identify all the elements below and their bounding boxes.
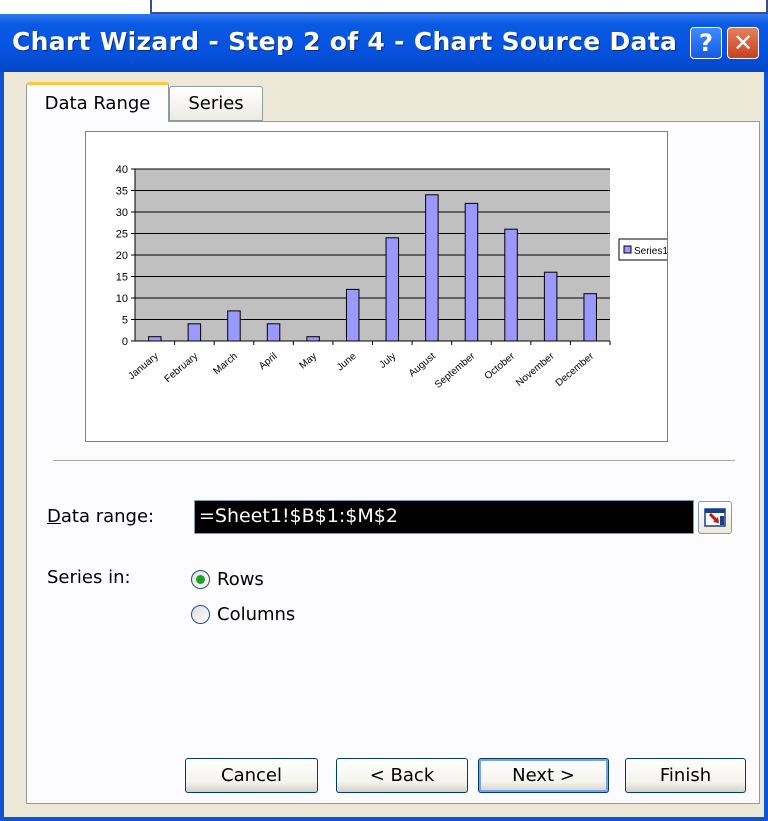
x-tick-label: July: [378, 351, 399, 371]
x-tick-label: April: [257, 351, 279, 372]
series-in-label: Series in:: [47, 567, 131, 588]
tab-series[interactable]: Series: [169, 86, 263, 121]
x-tick-label: February: [163, 351, 201, 385]
bar: [266, 323, 281, 342]
bar: [583, 293, 597, 342]
chart-svg: 0 5 10 15 20 25 30 35 40 January February March Apri…: [116, 164, 667, 391]
close-button[interactable]: ✕: [727, 27, 759, 59]
window-title: Chart Wizard - Step 2 of 4 - Chart Sourc…: [12, 27, 678, 56]
next-button[interactable]: Next >: [478, 758, 609, 793]
y-tick-label: 30: [116, 207, 128, 219]
bar: [227, 310, 241, 342]
background-window: [150, 0, 768, 14]
data-range-label-rest: ata range:: [60, 506, 155, 527]
columns-option-label[interactable]: Columns: [217, 604, 295, 625]
bar: [504, 228, 518, 342]
x-tick-label: March: [212, 351, 240, 377]
rows-option-label[interactable]: Rows: [217, 569, 264, 590]
y-tick-label: 10: [116, 293, 128, 305]
x-tick-label: October: [483, 350, 518, 382]
x-tick-label: September: [433, 350, 478, 390]
y-tick-label: 25: [116, 229, 128, 241]
bar: [345, 288, 360, 342]
back-button[interactable]: < Back: [336, 758, 468, 793]
bar: [148, 336, 162, 342]
legend-label: Series1: [634, 246, 667, 257]
columns-radio[interactable]: [191, 605, 210, 624]
y-tick-label: 40: [116, 164, 128, 176]
bar: [187, 323, 202, 342]
bar: [543, 271, 558, 342]
x-tick-label: June: [335, 351, 359, 374]
bar: [385, 237, 400, 342]
bar: [306, 336, 320, 342]
y-tick-label: 20: [116, 250, 128, 262]
finish-button[interactable]: Finish: [625, 758, 746, 793]
cancel-button[interactable]: Cancel: [185, 758, 318, 793]
y-tick-label: 5: [122, 315, 128, 327]
tab-panel-data-range: 0 5 10 15 20 25 30 35 40 January February March Apri…: [26, 121, 760, 804]
x-tick-label: May: [297, 351, 319, 372]
chart-wizard-dialog: Chart Wizard - Step 2 of 4 - Chart Sourc…: [0, 14, 768, 821]
data-range-input[interactable]: =Sheet1!$B$1:$M$2: [194, 500, 694, 534]
title-bar[interactable]: Chart Wizard - Step 2 of 4 - Chart Sourc…: [0, 14, 768, 72]
y-tick-label: 35: [116, 186, 128, 198]
separator: [53, 460, 735, 462]
chart-preview: 0 5 10 15 20 25 30 35 40 January February March Apri…: [85, 131, 668, 442]
x-tick-label: January: [126, 351, 160, 382]
radio-selected-dot: [196, 575, 205, 584]
bar: [425, 194, 439, 342]
range-select-icon: [704, 508, 726, 527]
x-tick-label: December: [554, 350, 597, 389]
bar: [464, 202, 479, 342]
x-tick-label: November: [514, 350, 557, 389]
y-tick-label: 0: [122, 336, 128, 348]
dialog-body: Data Range Series 0 5 10 15 20 25 30 35 40 Januar…: [4, 72, 764, 817]
data-range-label: Data range:: [47, 506, 155, 527]
legend-swatch: [623, 245, 632, 254]
tab-data-range[interactable]: Data Range: [26, 82, 169, 122]
help-button[interactable]: ?: [690, 27, 722, 59]
x-tick-label: August: [407, 351, 438, 380]
collapse-dialog-button[interactable]: [698, 501, 732, 534]
y-tick-label: 15: [116, 272, 128, 284]
rows-radio[interactable]: [191, 570, 210, 589]
